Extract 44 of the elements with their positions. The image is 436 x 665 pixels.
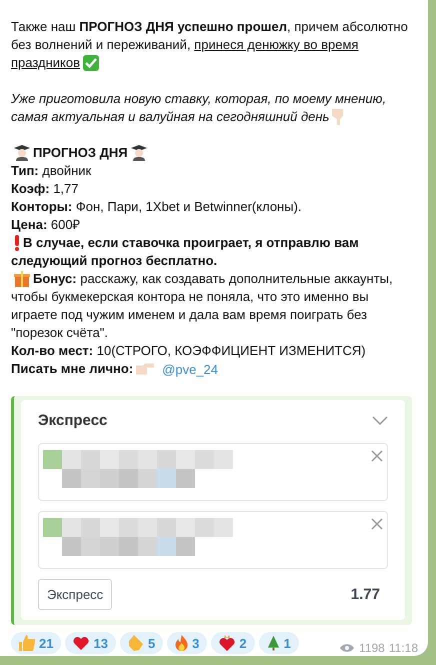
heart-on-fire-icon [219,635,236,651]
message-text: В случае, если ставочка проиграет, я отправлю вам [23,234,359,252]
exclamation-icon [14,235,20,251]
bet-slip-title: Экспресс [38,412,108,429]
message-text: Также наш ПРОГНОЗ ДНЯ успешно прошел, причем абсолютно [11,18,408,36]
reaction-button[interactable]: 2 [211,632,255,654]
reaction-button[interactable]: 3 [167,632,208,654]
message-text: ПРОГНОЗ ДНЯ [33,144,128,162]
message-text: играете под чужим именем и дала вам время поиграть без [11,306,368,324]
fire-icon [175,635,188,651]
view-count: 1198 [359,641,385,655]
eye-icon [339,643,356,653]
message-text: праздников [11,54,80,72]
message-text: Цена: 600₽ [11,216,81,234]
reaction-button[interactable]: 5 [120,632,164,654]
message-time: 11:18 [388,641,418,655]
message-text: Коэф: 1,77 [11,180,79,198]
chevron-down-icon [372,416,388,425]
gift-icon [14,271,30,287]
message-text: Тип: двойник [11,162,92,180]
mention-link[interactable]: @pve_24 [162,362,218,376]
message-text: Бонус: расскажу, как создавать дополнительные аккаунты, [33,270,393,288]
close-icon [371,450,383,462]
christmas-tree-icon [266,635,280,651]
close-icon [371,518,383,530]
total-odds: 1.77 [350,586,380,603]
message-text: чтобы букмекерская контора не поняла, что это именно вы [11,288,369,306]
woman-graduate-icon [14,145,30,161]
message-text: Уже приготовила новую ставку, которая, по моему мнению, [11,90,386,108]
reaction-button[interactable]: 21 [11,632,62,654]
message-text: Конторы: Фон, Пари, 1Xbet и Betwinner(клоны). [11,198,302,216]
reaction-button[interactable]: 13 [65,632,116,654]
check-mark-icon [83,55,100,71]
message-text: Кол-во мест: 10(СТРОГО, КОЭФФИЦИЕНТ ИЗМЕНИТСЯ) [11,342,366,360]
reaction-button[interactable]: 1 [258,632,299,654]
message-text: следующий прогноз бесплатно. [11,252,218,270]
message-text: самая актуальная и валуйная на сегодняшний день [11,108,330,126]
heart-icon [73,635,90,651]
express-button[interactable]: Экспресс [38,579,112,610]
message-text: "порезок счёта". [11,324,108,342]
message-text: без волнений и переживаний, принеся денюжку во время [11,36,358,54]
woman-graduate-icon [130,145,147,161]
message-text: Писать мне лично: [11,360,134,378]
thumbs-up-icon [19,635,35,651]
